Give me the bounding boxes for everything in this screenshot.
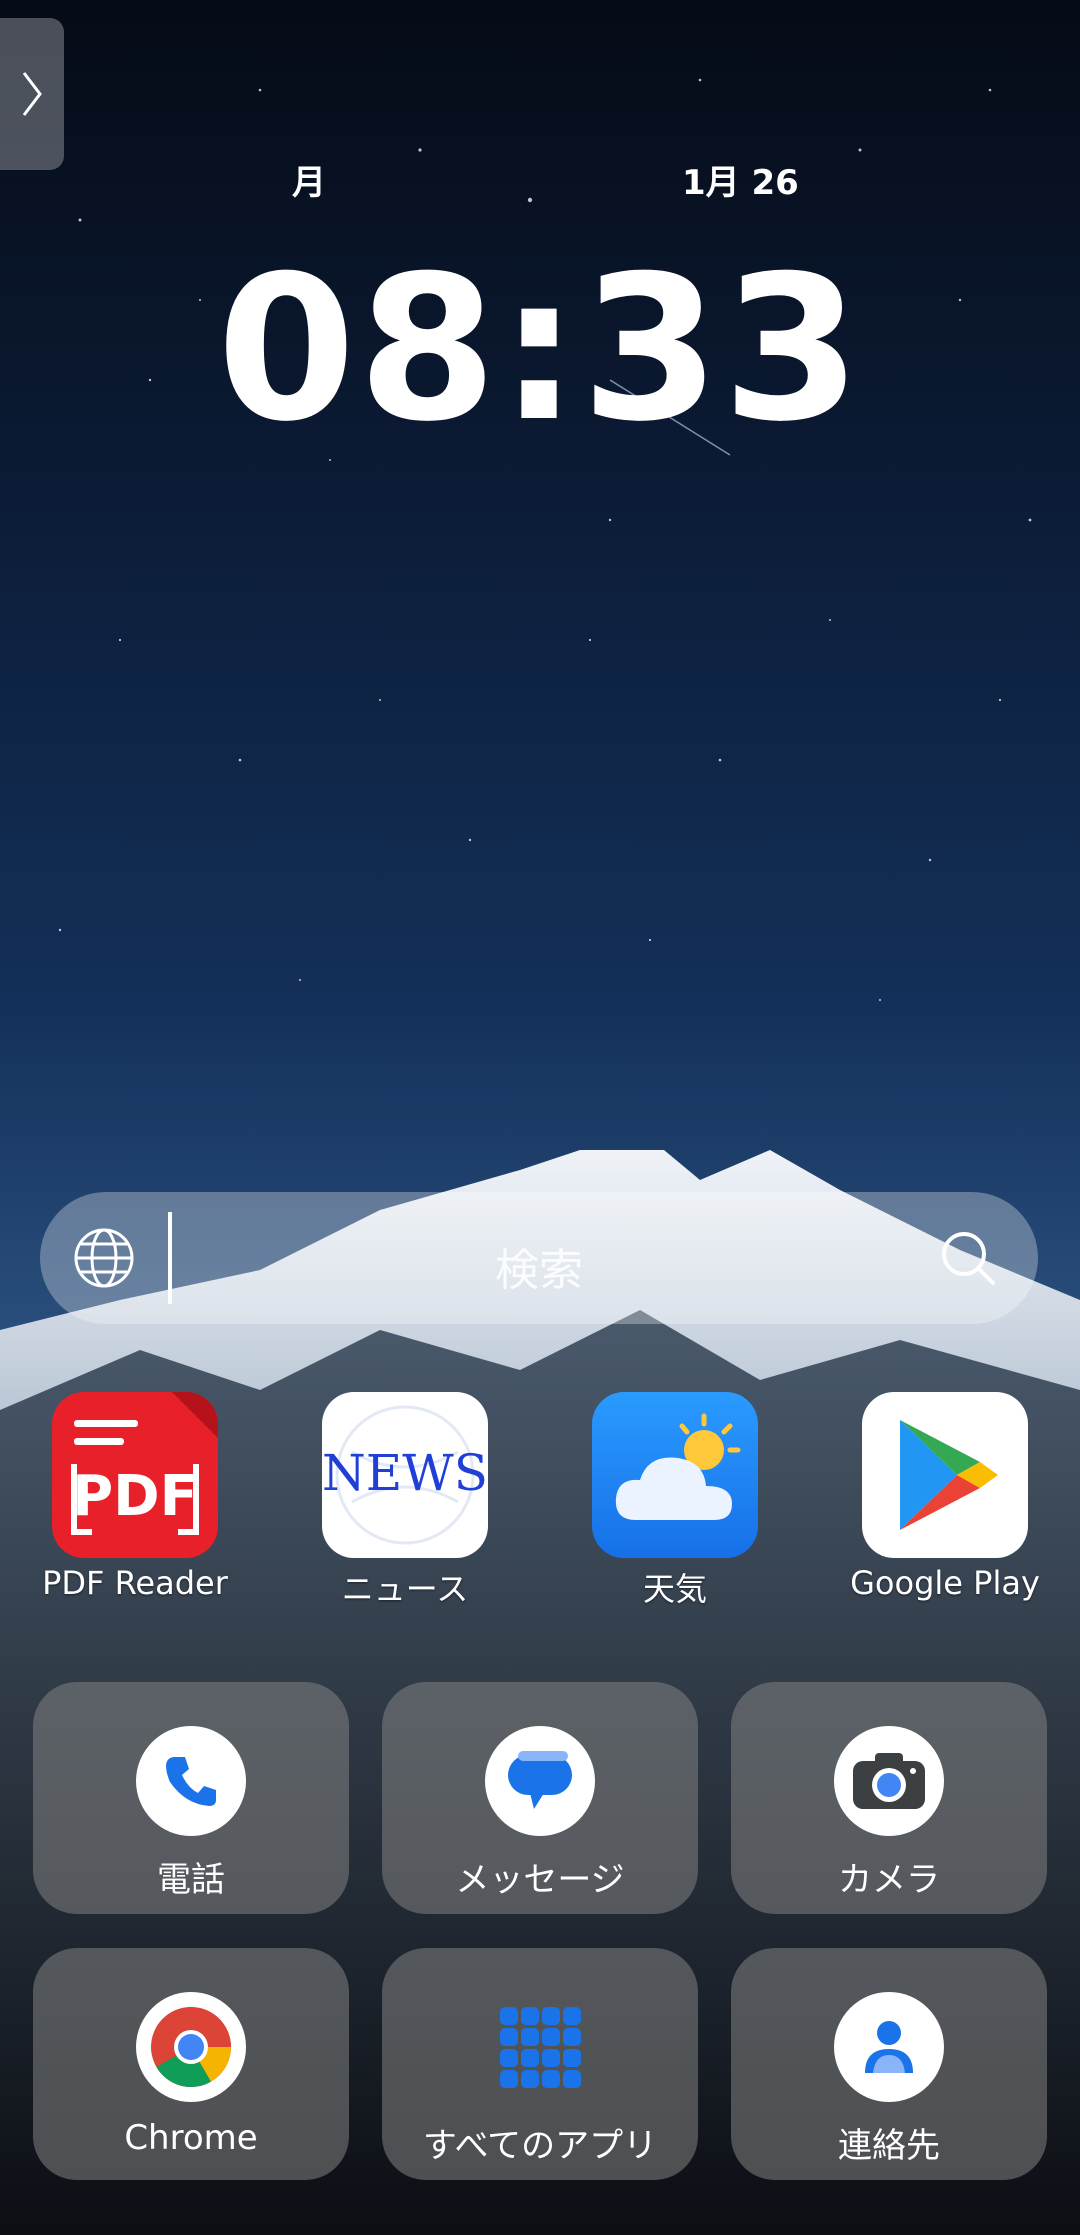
- all-apps-grid-icon: [485, 1992, 595, 2102]
- phone-icon: [136, 1726, 246, 1836]
- search-bar[interactable]: 検索: [40, 1192, 1038, 1324]
- tile-label: カメラ: [838, 1860, 940, 1900]
- pdf-reader-icon: PDF: [52, 1392, 218, 1558]
- tile-messages[interactable]: メッセージ: [382, 1682, 698, 1914]
- tile-label: Chrome: [124, 2118, 258, 2158]
- tile-label: 電話: [157, 1860, 225, 1900]
- tile-camera[interactable]: カメラ: [731, 1682, 1047, 1914]
- app-label: PDF Reader: [42, 1564, 228, 1602]
- contacts-icon: [834, 1992, 944, 2102]
- news-icon-text: NEWS: [322, 1444, 488, 1502]
- chevron-right-icon: [22, 72, 42, 116]
- tile-chrome[interactable]: Chrome: [33, 1948, 349, 2180]
- weekday-label: 月: [292, 163, 326, 203]
- tile-label: 連絡先: [838, 2126, 940, 2166]
- app-label: ニュース: [341, 1570, 469, 1608]
- tile-all-apps[interactable]: すべてのアプリ: [382, 1948, 698, 2180]
- tile-phone[interactable]: 電話: [33, 1682, 349, 1914]
- chrome-icon: [136, 1992, 246, 2102]
- app-google-play[interactable]: Google Play: [835, 1392, 1055, 1602]
- messages-icon: [485, 1726, 595, 1836]
- date-row: 月 1月 26: [0, 155, 1080, 205]
- date-label: 1月 26: [682, 163, 799, 203]
- clock-time[interactable]: 08:33: [0, 240, 1080, 460]
- search-placeholder: 検索: [495, 1245, 583, 1296]
- search-icon[interactable]: [938, 1228, 998, 1288]
- app-pdf-reader[interactable]: PDF PDF Reader: [25, 1392, 245, 1602]
- tile-contacts[interactable]: 連絡先: [731, 1948, 1047, 2180]
- tile-label: すべてのアプリ: [422, 2126, 658, 2166]
- google-play-icon: [862, 1392, 1028, 1558]
- tile-label: メッセージ: [455, 1860, 625, 1900]
- camera-icon: [834, 1726, 944, 1836]
- app-weather[interactable]: 天気: [565, 1392, 785, 1610]
- weather-icon: [592, 1392, 758, 1558]
- pdf-icon-text: PDF: [72, 1464, 198, 1529]
- app-label: 天気: [642, 1570, 707, 1608]
- news-icon: NEWS: [322, 1392, 488, 1558]
- app-label: Google Play: [850, 1564, 1040, 1602]
- side-panel-handle[interactable]: [0, 18, 64, 170]
- app-news[interactable]: NEWS ニュース: [295, 1392, 515, 1610]
